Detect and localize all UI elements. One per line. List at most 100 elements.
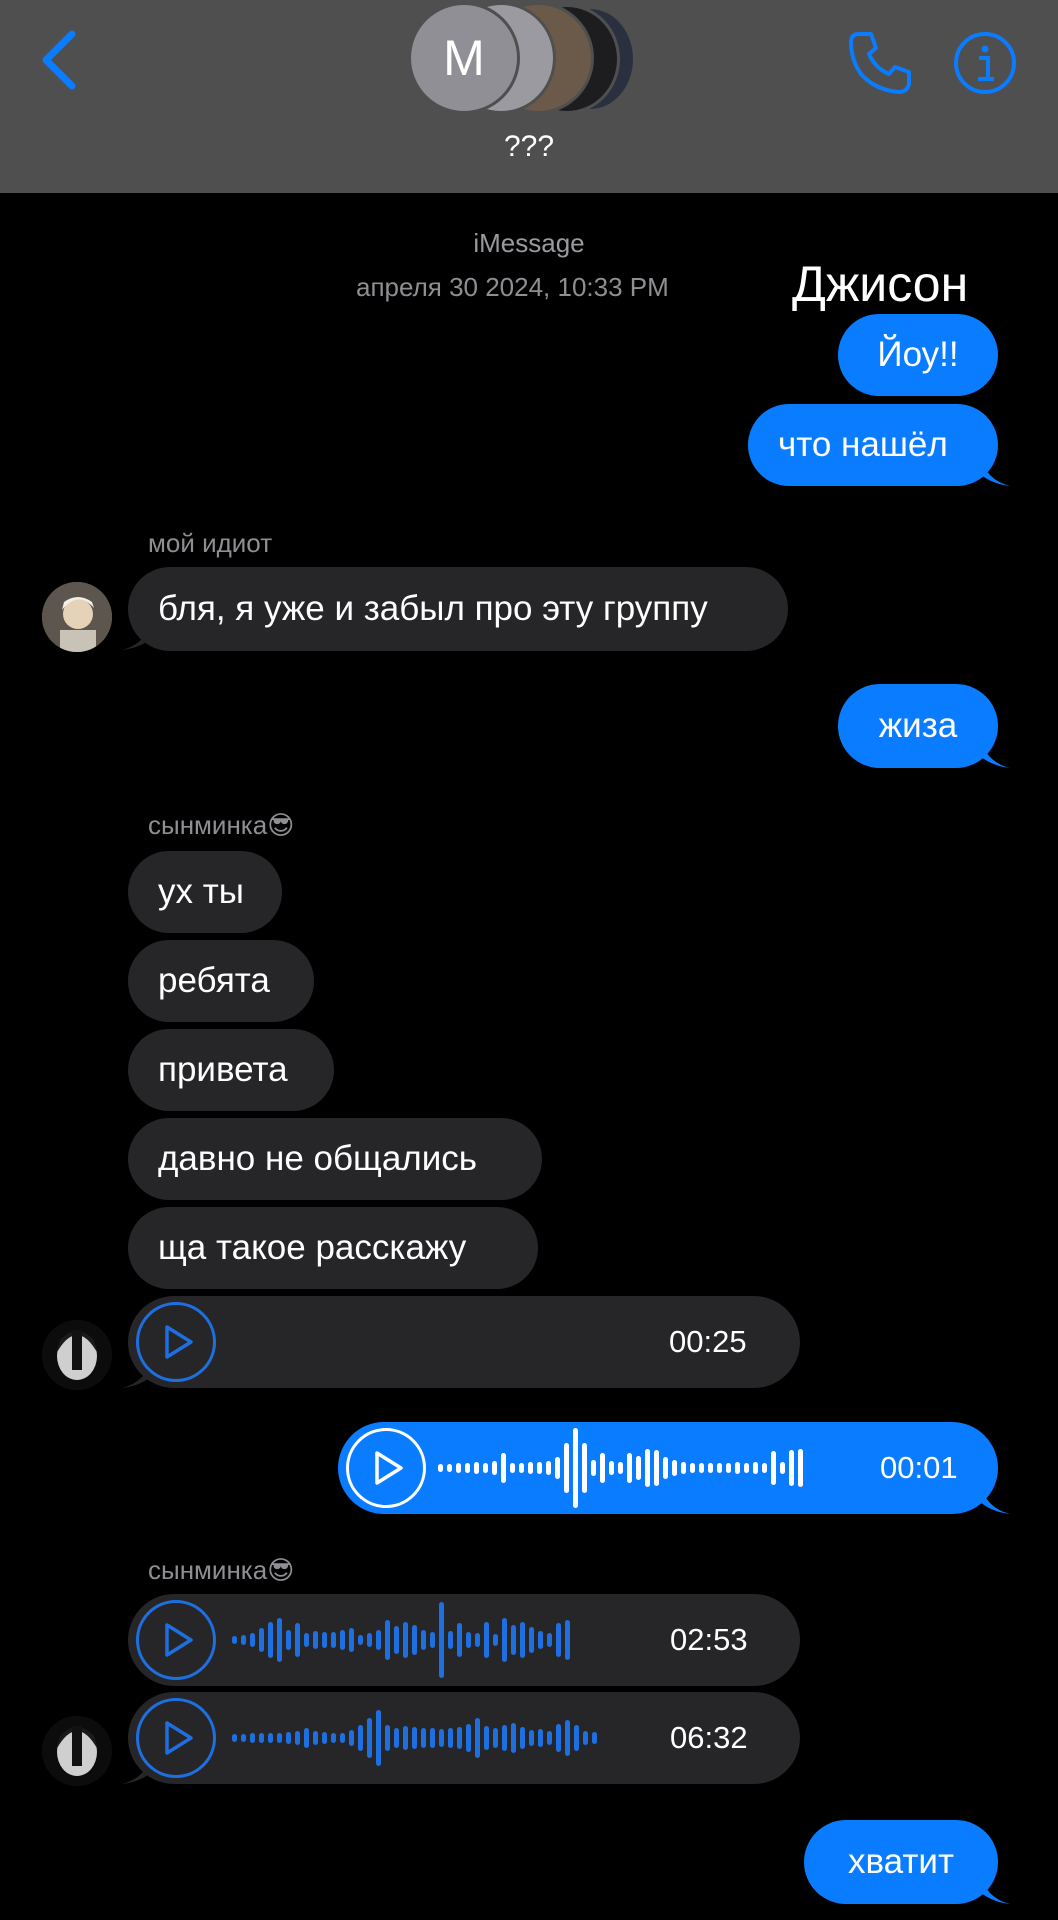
waveform-bar	[493, 1634, 498, 1646]
waveform-bar	[412, 1727, 417, 1749]
incoming-message[interactable]: ща такое расскажу	[128, 1207, 538, 1289]
waveform-bar	[259, 1628, 264, 1652]
waveform-bar	[358, 1725, 363, 1751]
audio-message[interactable]: 00:25	[128, 1296, 800, 1388]
waveform-bar	[331, 1733, 336, 1743]
waveform-bar	[438, 1464, 443, 1472]
sender-name: сынминка😎	[148, 810, 295, 840]
waveform-bar	[519, 1463, 524, 1473]
waveform-bar	[565, 1620, 570, 1660]
waveform-bar	[708, 1463, 713, 1473]
waveform-bar	[466, 1632, 471, 1648]
phone-icon[interactable]	[845, 28, 915, 98]
play-button[interactable]	[136, 1698, 216, 1778]
waveform-bar	[502, 1618, 507, 1662]
play-button[interactable]	[136, 1302, 216, 1382]
waveform-bar	[529, 1627, 534, 1653]
waveform-bar	[798, 1449, 803, 1487]
waveform-bar	[771, 1451, 776, 1485]
waveform-bar	[430, 1632, 435, 1648]
audio-message[interactable]: 02:53	[128, 1594, 800, 1686]
conversation-header: M ???	[0, 0, 1058, 193]
incoming-message[interactable]: привета	[128, 1029, 334, 1111]
waveform-bar	[574, 1725, 579, 1751]
waveform-bar	[439, 1602, 444, 1678]
waveform-bar	[726, 1463, 731, 1473]
waveform-bar	[367, 1633, 372, 1647]
play-button[interactable]	[136, 1600, 216, 1680]
group-avatar-stack[interactable]: M	[402, 0, 652, 114]
avatar[interactable]	[42, 1320, 112, 1390]
waveform-bar	[672, 1460, 677, 1476]
play-button[interactable]	[346, 1428, 426, 1508]
message-text: ща такое расскажу	[158, 1228, 467, 1267]
waveform-bar	[537, 1462, 542, 1474]
incoming-message[interactable]: ребята	[128, 940, 314, 1022]
waveform-bar	[592, 1732, 597, 1744]
waveform-bar	[439, 1729, 444, 1747]
play-icon	[165, 1721, 193, 1755]
message-text: что нашёл	[778, 425, 948, 464]
waveform-bar	[502, 1725, 507, 1751]
waveform-bar	[268, 1622, 273, 1658]
waveform-bar	[475, 1718, 480, 1758]
audio-duration: 00:01	[880, 1450, 958, 1485]
waveform-bar	[232, 1734, 237, 1742]
incoming-message[interactable]: давно не общались	[128, 1118, 542, 1200]
waveform-bar	[493, 1728, 498, 1748]
outgoing-message[interactable]: Йоу!!	[838, 314, 998, 396]
waveform-bar	[538, 1631, 543, 1649]
waveform-bar	[412, 1625, 417, 1655]
waveform-bar	[627, 1453, 632, 1483]
audio-duration: 06:32	[670, 1720, 748, 1755]
waveform-bar	[573, 1428, 578, 1508]
incoming-message[interactable]: ух ты	[128, 851, 282, 933]
group-title[interactable]: ???	[0, 130, 1058, 164]
audio-message[interactable]: 06:32	[128, 1692, 800, 1784]
waveform-bar	[528, 1462, 533, 1474]
waveform-bar	[250, 1733, 255, 1743]
avatar[interactable]	[42, 1716, 112, 1786]
audio-message[interactable]: 00:01	[338, 1422, 998, 1514]
audio-duration: 00:25	[669, 1324, 747, 1359]
avatar[interactable]	[42, 582, 112, 652]
waveform-bar	[474, 1462, 479, 1474]
waveform-bar	[457, 1623, 462, 1657]
outgoing-message[interactable]: что нашёл	[748, 404, 998, 486]
waveform-bar	[556, 1724, 561, 1752]
outgoing-message[interactable]: жиза	[838, 684, 998, 768]
waveform-bar	[753, 1462, 758, 1474]
waveform-bar	[466, 1724, 471, 1752]
waveform-bar	[447, 1464, 452, 1472]
waveform-bar	[456, 1463, 461, 1473]
info-icon[interactable]	[952, 30, 1018, 96]
waveform-bar	[564, 1443, 569, 1493]
waveform-bar	[663, 1457, 668, 1479]
waveform-bar	[286, 1630, 291, 1650]
back-chevron-icon[interactable]	[36, 28, 86, 92]
avatar-letter: M	[408, 2, 520, 114]
audio-waveform	[232, 1692, 597, 1784]
waveform-bar	[403, 1622, 408, 1658]
waveform-bar	[331, 1632, 336, 1648]
waveform-bar	[609, 1461, 614, 1475]
waveform-bar	[313, 1631, 318, 1649]
waveform-bar	[645, 1449, 650, 1487]
waveform-bar	[465, 1463, 470, 1473]
waveform-bar	[780, 1462, 785, 1474]
waveform-bar	[717, 1463, 722, 1473]
outgoing-message[interactable]: хватит	[804, 1820, 998, 1904]
waveform-bar	[349, 1628, 354, 1652]
waveform-bar	[484, 1726, 489, 1750]
waveform-bar	[556, 1623, 561, 1657]
bubble-tail	[980, 456, 1010, 486]
waveform-bar	[277, 1618, 282, 1662]
message-text: бля, я уже и забыл про эту группу	[158, 589, 708, 628]
waveform-bar	[520, 1727, 525, 1749]
waveform-bar	[582, 1443, 587, 1493]
waveform-bar	[510, 1463, 515, 1473]
incoming-message[interactable]: бля, я уже и забыл про эту группу	[128, 567, 788, 651]
waveform-bar	[735, 1462, 740, 1474]
waveform-bar	[295, 1731, 300, 1745]
waveform-bar	[475, 1633, 480, 1647]
